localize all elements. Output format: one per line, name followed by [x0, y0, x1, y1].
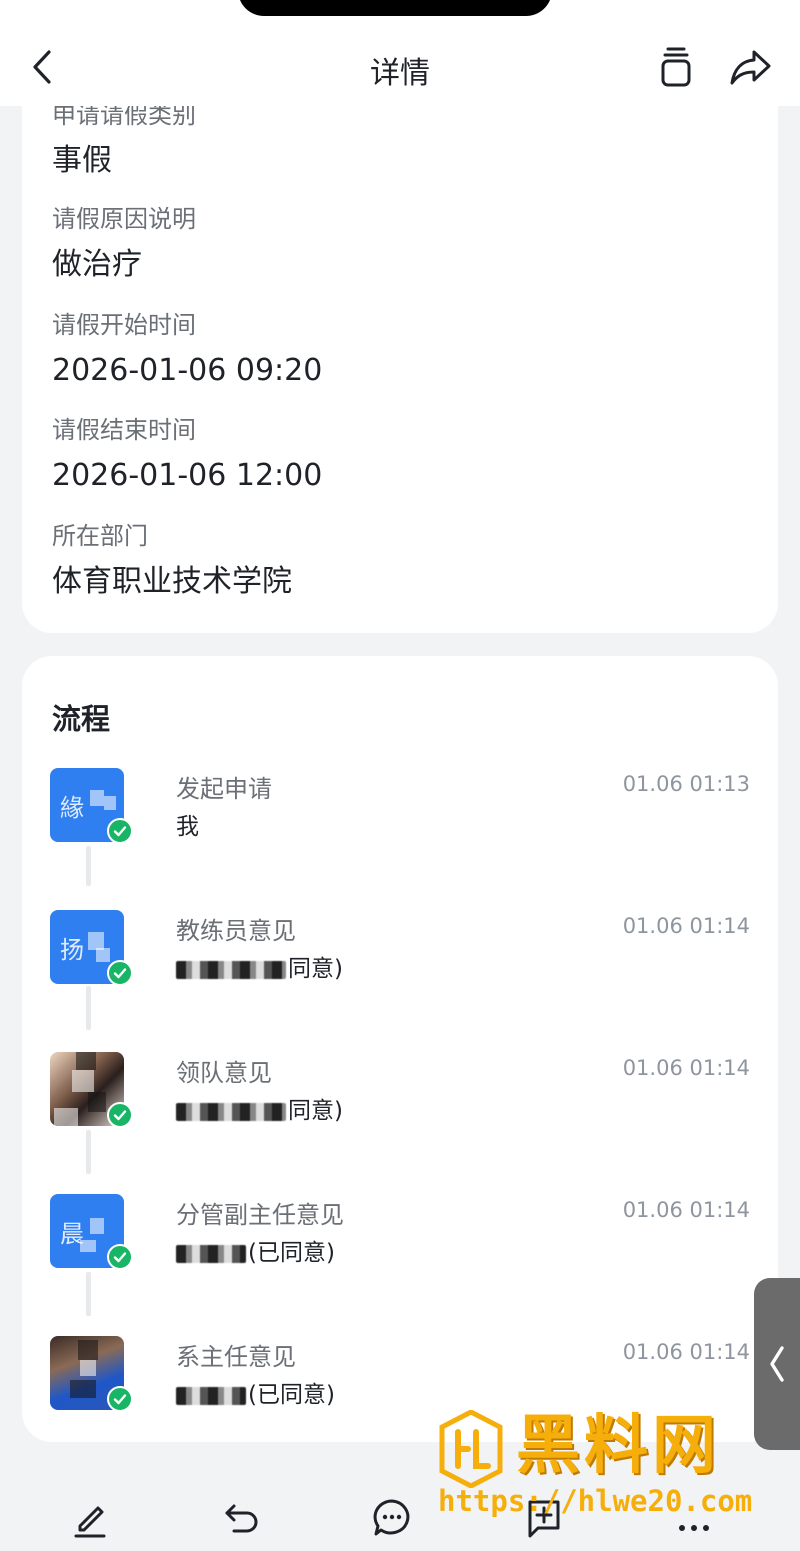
approval-status: 同意)	[288, 956, 343, 982]
field-value: 体育职业技术学院	[52, 564, 292, 599]
comment-button[interactable]	[370, 1496, 414, 1540]
field-label: 请假原因说明	[52, 205, 196, 233]
chevron-left-icon	[770, 1346, 784, 1382]
check-icon	[107, 1102, 133, 1128]
step-name: 领队意见	[176, 1059, 272, 1087]
field-end-time: 请假结束时间 2026-01-06 12:00	[52, 415, 322, 495]
step-person: (已同意)	[176, 1380, 335, 1410]
step-name: 分管副主任意见	[176, 1201, 344, 1229]
step-person: 我	[176, 814, 199, 840]
redacted-name	[176, 1102, 286, 1121]
field-label: 请假开始时间	[52, 311, 196, 339]
watermark-brand: 黑料网	[516, 1409, 720, 1483]
step-time: 01.06 01:14	[622, 1056, 750, 1080]
field-start-time: 请假开始时间 2026-01-06 09:20	[52, 310, 322, 390]
check-icon	[107, 1386, 133, 1412]
watermark-url: https://hlwe20.com	[438, 1484, 753, 1518]
approval-status: (已同意)	[248, 1240, 335, 1266]
comment-icon	[373, 1499, 410, 1536]
check-icon	[107, 818, 133, 844]
undo-icon	[225, 1504, 258, 1533]
step-person: (已同意)	[176, 1238, 335, 1268]
leave-details-card: 申请请假类别 事假 请假原因说明 做治疗 请假开始时间 2026-01-06 0…	[22, 70, 778, 633]
redacted-name	[176, 1386, 246, 1405]
field-value: 2026-01-06 12:00	[52, 458, 323, 493]
field-value: 做治疗	[52, 247, 142, 282]
field-value: 2026-01-06 09:20	[52, 353, 323, 388]
edit-icon	[74, 1506, 106, 1538]
device-notch	[238, 0, 552, 16]
share-button[interactable]	[726, 44, 774, 90]
stack-icon	[661, 47, 691, 87]
step-time: 01.06 01:14	[622, 1340, 750, 1364]
step-time: 01.06 01:13	[622, 772, 750, 796]
watermark: 黑料网 https://hlwe20.com	[436, 1406, 776, 1522]
step-name: 发起申请	[176, 775, 272, 803]
step-name: 教练员意见	[176, 917, 296, 945]
step-person: 同意)	[176, 1096, 343, 1126]
redacted-name	[176, 960, 286, 979]
approval-status: (已同意)	[248, 1382, 335, 1408]
field-label: 所在部门	[52, 522, 148, 550]
check-icon	[107, 1244, 133, 1270]
field-value: 事假	[52, 143, 112, 178]
undo-button[interactable]	[220, 1496, 264, 1540]
step-person: 同意)	[176, 954, 343, 984]
flow-step[interactable]: 领队意见 同意) 01.06 01:14	[50, 1052, 750, 1162]
check-icon	[107, 960, 133, 986]
field-label: 请假结束时间	[52, 416, 196, 444]
avatar-initials: 扬	[60, 936, 84, 964]
step-name: 系主任意见	[176, 1343, 296, 1371]
flow-step[interactable]: 晨 分管副主任意见 (已同意) 01.06 01:14	[50, 1194, 750, 1304]
approval-flow-card: 流程 緣 发起申请 我 01.06 01:13 扬 教练员意见 同意) 01.0…	[22, 656, 778, 1442]
approval-status: 同意)	[288, 1098, 343, 1124]
field-department: 所在部门 体育职业技术学院	[52, 521, 292, 601]
step-time: 01.06 01:14	[622, 1198, 750, 1222]
flow-title: 流程	[52, 702, 111, 736]
stack-button[interactable]	[652, 44, 700, 90]
redacted-name	[176, 1244, 246, 1263]
step-time: 01.06 01:14	[622, 914, 750, 938]
flow-step[interactable]: 緣 发起申请 我 01.06 01:13	[50, 768, 750, 878]
flow-step[interactable]: 扬 教练员意见 同意) 01.06 01:14	[50, 910, 750, 1020]
watermark-logo-icon	[439, 1410, 503, 1488]
edit-button[interactable]	[68, 1496, 112, 1540]
field-leave-type: 申请请假类别 事假	[52, 100, 196, 180]
field-leave-reason: 请假原因说明 做治疗	[52, 204, 196, 284]
avatar-initials: 緣	[60, 794, 84, 822]
share-icon	[730, 50, 771, 85]
